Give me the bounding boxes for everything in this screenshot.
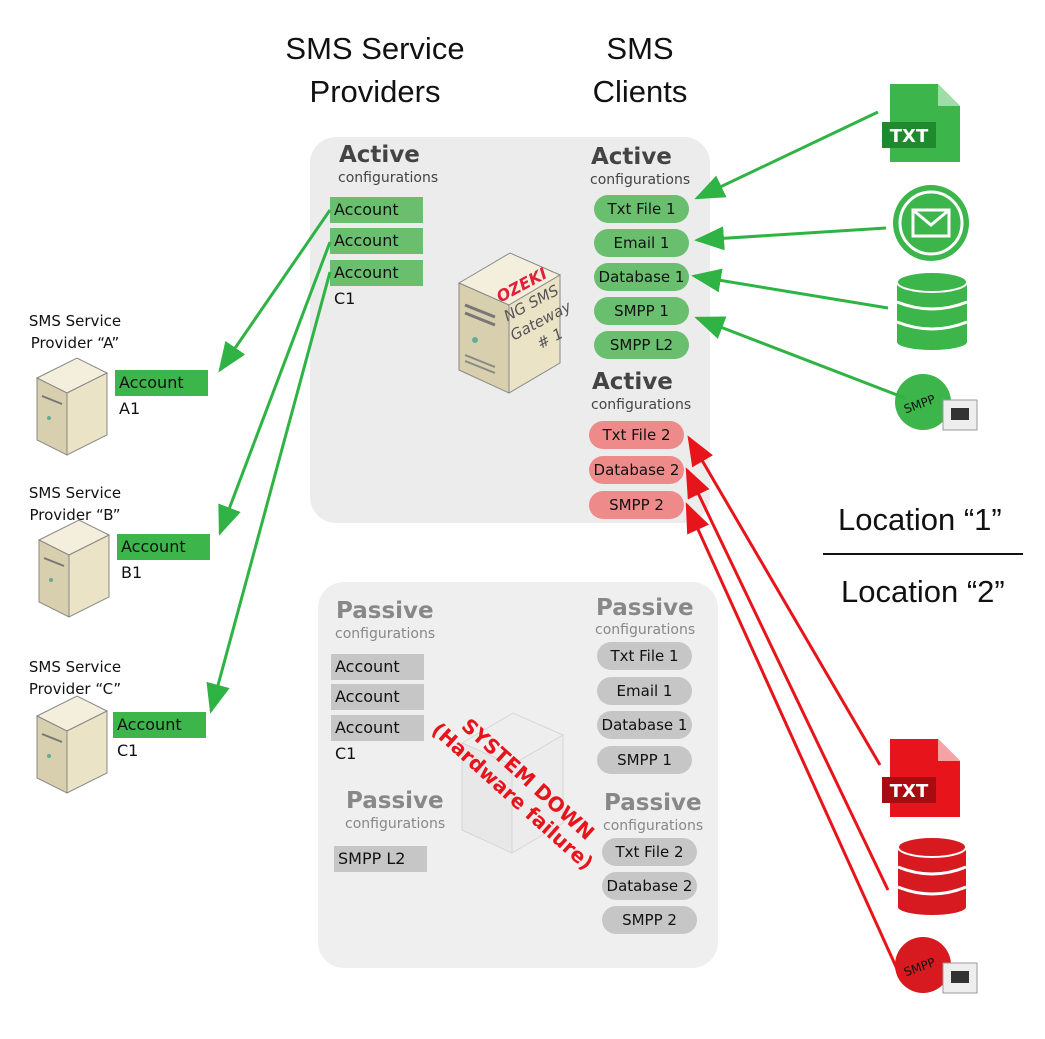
txt-file-icon-red: TXT: [882, 739, 960, 817]
server-icon: [38, 519, 110, 618]
txt-icon-label: TXT: [890, 126, 929, 147]
location-1-label: Location “1”: [838, 502, 1002, 537]
smpp-icon: SMPP: [895, 374, 978, 431]
location-divider: [823, 553, 1023, 555]
diagram: SMS Service Providers SMS Clients Active…: [0, 0, 1045, 1039]
txt-file-icon: TXT: [882, 84, 960, 162]
email-icon: [893, 185, 969, 261]
smpp-icon-red: SMPP: [895, 937, 978, 994]
database-icon: [896, 271, 968, 350]
server-icon: [36, 695, 108, 794]
server-icon: [36, 357, 108, 456]
txt-icon-label: TXT: [890, 781, 929, 802]
location-2-label: Location “2”: [841, 574, 1005, 609]
database-icon-red: [897, 836, 967, 915]
